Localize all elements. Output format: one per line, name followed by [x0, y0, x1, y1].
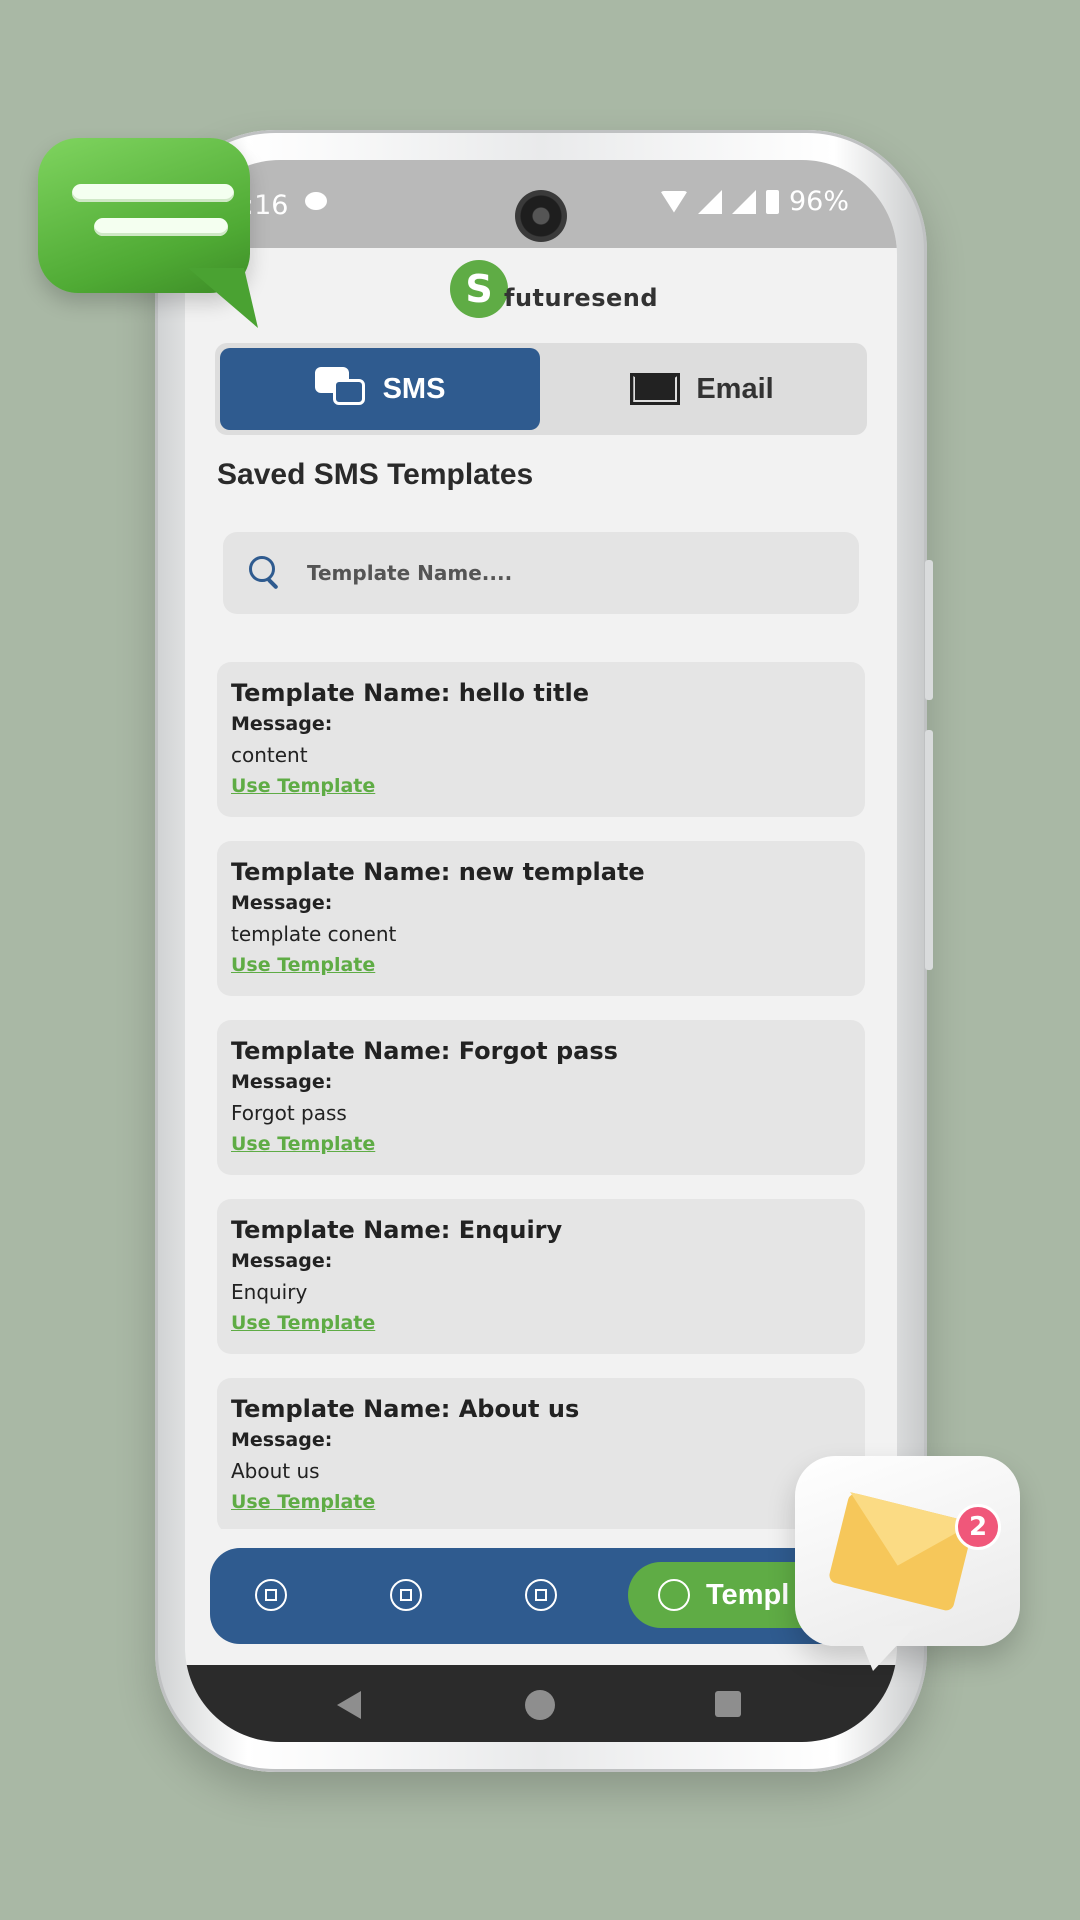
template-title: Template Name: Enquiry	[231, 1216, 563, 1244]
logo-text: futuresend	[504, 284, 659, 312]
tab-email[interactable]: Email	[542, 348, 862, 430]
template-message: Forgot pass	[231, 1101, 347, 1125]
template-message: template conent	[231, 922, 397, 946]
message-label: Message:	[231, 713, 333, 735]
template-card: Template Name: Forgot pass Message: Forg…	[217, 1020, 865, 1175]
message-label: Message:	[231, 1250, 333, 1272]
template-message: About us	[231, 1459, 320, 1483]
search-icon	[249, 556, 283, 590]
use-template-link[interactable]: Use Template	[231, 1130, 851, 1158]
home-button-icon[interactable]	[525, 1690, 555, 1720]
tab-sms[interactable]: SMS	[220, 348, 540, 430]
notification-badge: 2	[955, 1504, 1001, 1550]
chat-bubbles-icon	[314, 367, 367, 411]
message-label: Message:	[231, 1071, 333, 1093]
home-icon[interactable]	[255, 1579, 287, 1611]
signal-icon	[697, 189, 722, 214]
wifi-icon	[659, 190, 688, 213]
template-card: Template Name: new template Message: tem…	[217, 841, 865, 996]
template-title: Template Name: hello title	[231, 679, 590, 707]
app-logo: S futuresend	[450, 260, 658, 324]
battery-icon	[765, 189, 779, 214]
template-title: Template Name: Forgot pass	[231, 1037, 618, 1065]
tab-email-label: Email	[696, 372, 774, 405]
envelope-icon	[630, 373, 681, 405]
template-title: Template Name: About us	[231, 1395, 580, 1423]
message-label: Message:	[231, 1429, 333, 1451]
template-message: Enquiry	[231, 1280, 308, 1304]
signal-icon-2	[731, 189, 756, 214]
email-icon[interactable]	[525, 1579, 557, 1611]
channel-tabs: SMS Email	[215, 343, 867, 435]
use-template-link[interactable]: Use Template	[231, 1309, 851, 1337]
search-box[interactable]	[223, 532, 859, 614]
template-doc-icon	[658, 1579, 690, 1611]
back-icon[interactable]	[337, 1691, 361, 1719]
system-navigation-bar	[185, 1665, 897, 1742]
sms-icon[interactable]	[390, 1579, 422, 1611]
phone-volume-button	[925, 730, 933, 970]
use-template-link[interactable]: Use Template	[231, 951, 851, 979]
template-card: Template Name: About us Message: About u…	[217, 1378, 865, 1529]
logo-mark: S	[450, 260, 508, 318]
template-message: content	[231, 743, 308, 767]
template-list[interactable]: Template Name: hello title Message: cont…	[217, 662, 865, 1529]
status-icons: 96%	[659, 186, 849, 217]
status-bar: :16 96%	[185, 160, 897, 248]
battery-percent: 96%	[788, 186, 849, 217]
bottom-navigation: Templ	[210, 1548, 872, 1644]
use-template-link[interactable]: Use Template	[231, 1488, 851, 1516]
page-title: Saved SMS Templates	[217, 458, 534, 491]
decorative-mail-bubble-icon: 2	[795, 1456, 1020, 1671]
template-title: Template Name: new template	[231, 858, 645, 886]
nav-templates-label: Templ	[706, 1578, 790, 1611]
tab-sms-label: SMS	[382, 372, 446, 405]
front-camera	[515, 190, 567, 242]
search-input[interactable]	[305, 560, 829, 586]
template-card: Template Name: Enquiry Message: Enquiry …	[217, 1199, 865, 1354]
template-card: Template Name: hello title Message: cont…	[217, 662, 865, 817]
notification-chat-icon	[305, 192, 327, 210]
phone-side-button	[925, 560, 933, 700]
decorative-chat-bubble-icon	[38, 138, 258, 328]
use-template-link[interactable]: Use Template	[231, 772, 851, 800]
phone-screen: :16 96% S futuresend SMS Email Saved SMS…	[185, 160, 897, 1742]
recents-icon[interactable]	[715, 1691, 741, 1717]
message-label: Message:	[231, 892, 333, 914]
